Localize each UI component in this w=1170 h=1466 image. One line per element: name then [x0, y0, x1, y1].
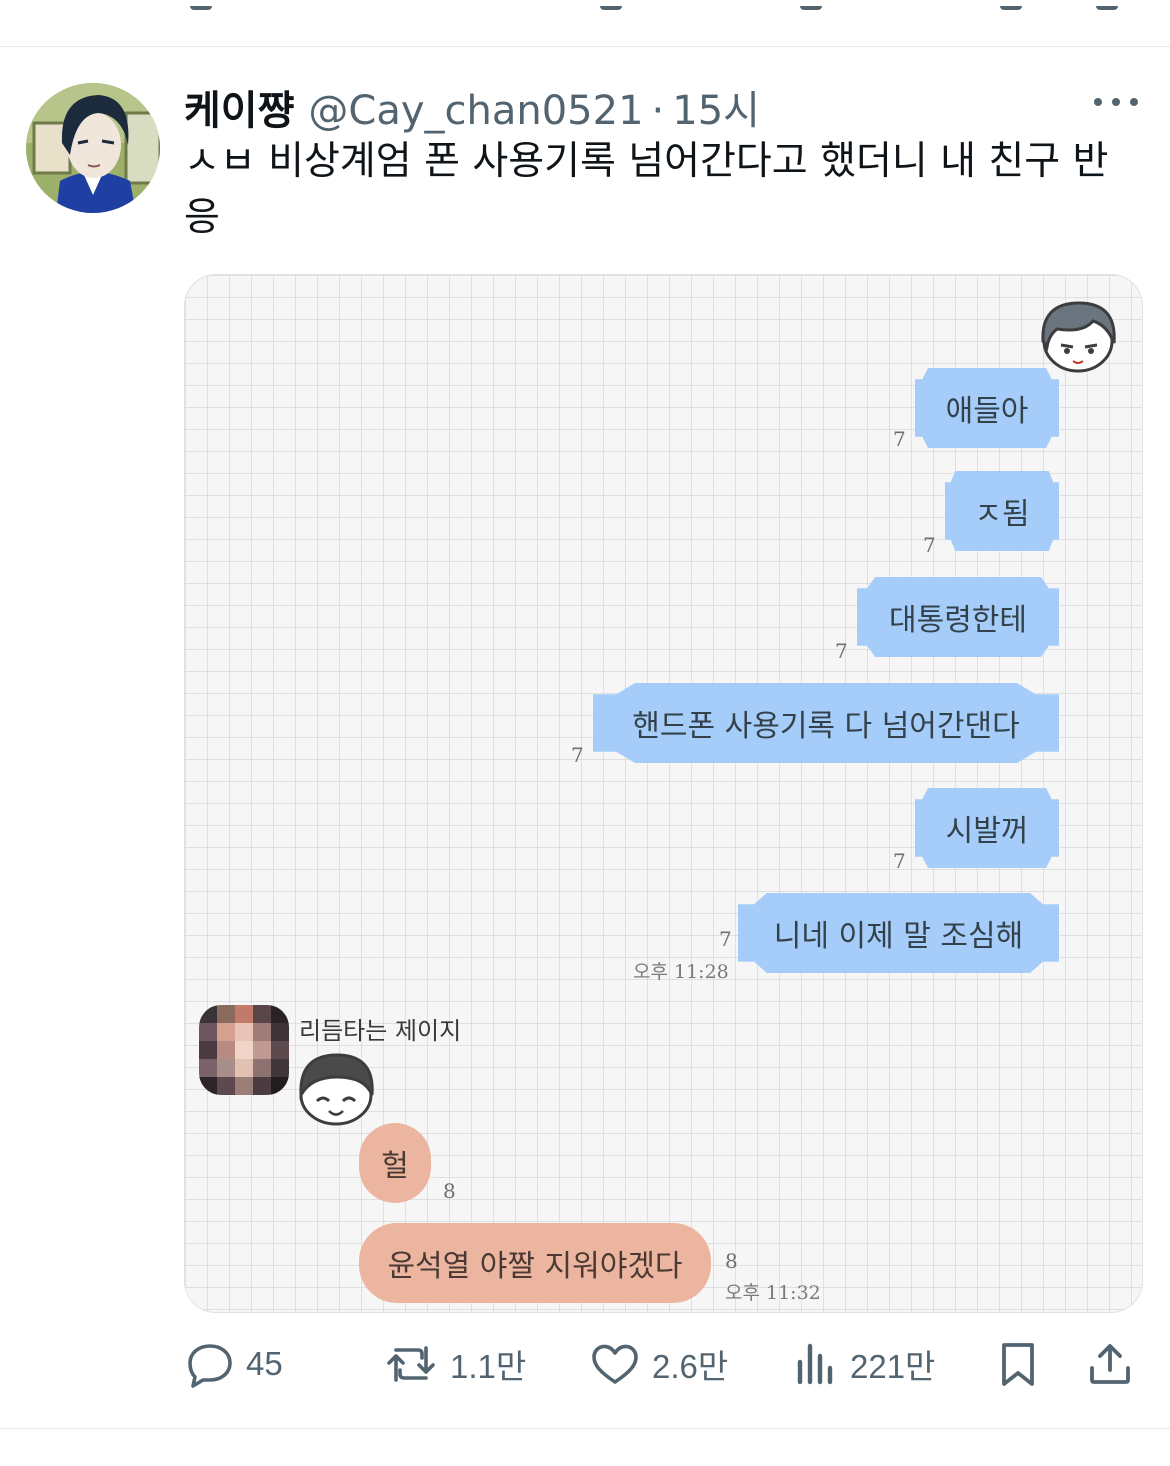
share-icon: [1090, 1344, 1130, 1384]
read-count-4: 7: [571, 743, 584, 767]
avatar-illustration: [26, 83, 160, 213]
post-header: 케이쨩 @Cay_chan0521 · 15시: [184, 78, 760, 134]
views-icon: [797, 1343, 833, 1385]
separator-dot: ·: [651, 88, 665, 134]
reply-button[interactable]: 45: [186, 1332, 283, 1396]
previous-bookmark-icon: [1000, 0, 1022, 10]
more-icon[interactable]: [1094, 96, 1138, 108]
received-timestamp: 오후 11:32: [725, 1282, 821, 1304]
sent-message-2: ㅈ됨: [945, 471, 1059, 551]
share-button[interactable]: [1086, 1332, 1134, 1396]
sent-message-3: 대통령한테: [857, 577, 1059, 657]
read-count-5: 7: [893, 849, 906, 873]
friend-name: 리듬타는 제이지: [299, 1017, 462, 1045]
views-count: 221만: [850, 1348, 936, 1385]
views-button[interactable]: 221만: [794, 1332, 935, 1396]
repost-icon: [387, 1346, 435, 1382]
sent-message-1: 애들아: [915, 368, 1059, 448]
read-count-6: 7: [719, 927, 732, 951]
sent-message-6: 니네 이제 말 조심해: [738, 893, 1059, 973]
previous-views-icon: [800, 0, 822, 10]
sent-message-5: 시발꺼: [915, 788, 1059, 868]
like-button[interactable]: 2.6만: [590, 1332, 728, 1396]
read-count-2: 7: [923, 533, 936, 557]
previous-like-icon: [600, 0, 622, 10]
bookmark-button[interactable]: [994, 1332, 1042, 1396]
post-action-bar: 45 1.1만 2.6만 221만: [184, 1332, 1144, 1396]
received-read-count-1: 8: [443, 1179, 456, 1203]
post-time[interactable]: 15시: [672, 78, 760, 136]
previous-post-fragment: [0, 0, 1170, 47]
like-icon: [592, 1344, 638, 1384]
sent-timestamp: 오후 11:28: [633, 961, 729, 983]
received-message-2: 윤석열 야짤 지워야겠다: [359, 1223, 711, 1303]
received-message-1: 헐: [359, 1123, 431, 1203]
read-count-3: 7: [835, 639, 848, 663]
bookmark-icon: [1002, 1343, 1034, 1386]
received-read-count-2: 8: [725, 1249, 738, 1273]
previous-reply-icon: [190, 0, 212, 10]
like-count: 2.6만: [652, 1348, 729, 1385]
read-count-1: 7: [893, 427, 906, 451]
author-handle[interactable]: @Cay_chan0521: [308, 88, 643, 134]
previous-share-icon: [1096, 0, 1118, 10]
attached-chat-image[interactable]: 애들아 7 ㅈ됨 7 대통령한테 7 핸드폰 사용기록 다 넘어간댄다 7 시발…: [184, 274, 1143, 1313]
repost-count: 1.1만: [450, 1348, 527, 1385]
my-chat-avatar: [1041, 301, 1116, 373]
author-display-name[interactable]: 케이쨩: [184, 78, 294, 136]
friend-chat-avatar: [299, 1053, 374, 1126]
reply-icon: [188, 1344, 232, 1388]
sent-message-4: 핸드폰 사용기록 다 넘어간댄다: [593, 683, 1059, 763]
author-avatar[interactable]: [26, 83, 160, 213]
repost-button[interactable]: 1.1만: [384, 1332, 526, 1396]
next-post-divider: [0, 1428, 1170, 1466]
reply-count: 45: [246, 1345, 283, 1382]
post-text: ㅅㅂ 비상계엄 폰 사용기록 넘어간다고 했더니 내 친구 반응: [184, 139, 1109, 240]
friend-profile-mosaic: [199, 1005, 289, 1095]
